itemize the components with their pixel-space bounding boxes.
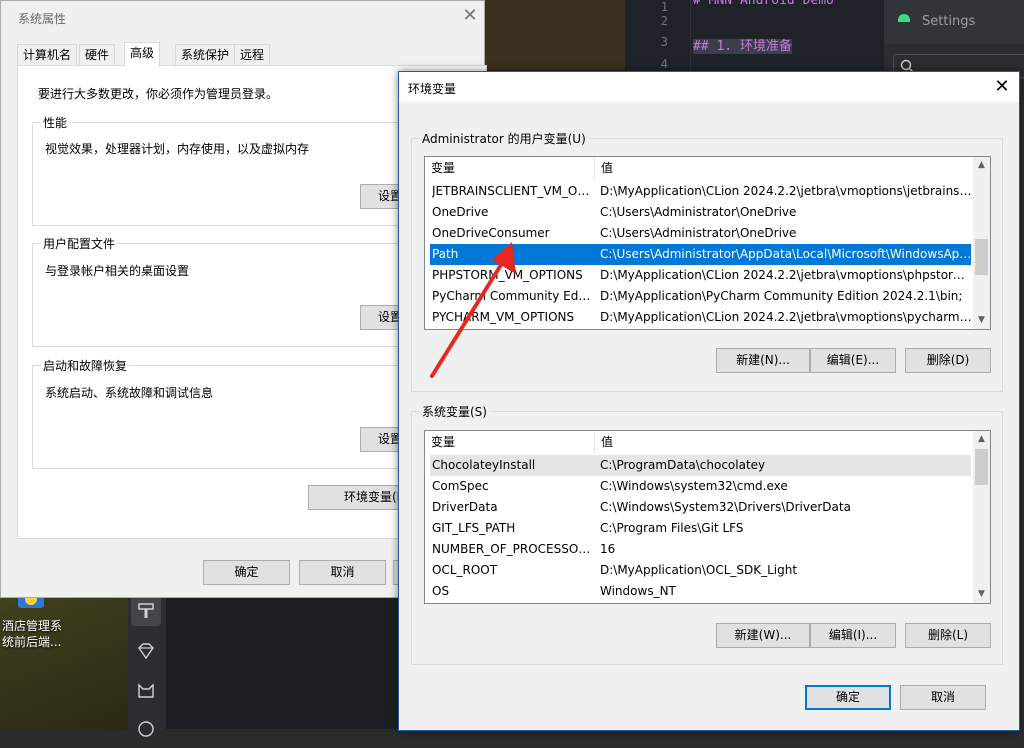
code-heading: ## 1. 环境准备 bbox=[693, 39, 792, 54]
settings-title: Settings bbox=[922, 14, 976, 29]
scroll-down-icon[interactable]: ▼ bbox=[973, 312, 990, 329]
list-item[interactable]: JETBRAINSCLIENT_VM_OPTIONS D:\MyApplicati… bbox=[430, 181, 972, 202]
system-edit-button[interactable]: 编辑(I)... bbox=[810, 623, 896, 648]
column-header-value[interactable]: 值 bbox=[595, 157, 971, 179]
variable-value: C:\Windows\System32\Drivers\DriverData bbox=[600, 500, 851, 514]
list-item[interactable]: DriverData C:\Windows\System32\Drivers\Dr… bbox=[430, 497, 971, 518]
tab-computer-name[interactable]: 计算机名 bbox=[17, 44, 78, 66]
variable-name: DriverData bbox=[432, 500, 498, 514]
variable-value: D:\MyApplication\CLion 2024.2.2\jetbra\v… bbox=[600, 268, 972, 282]
variable-name: OCL_ROOT bbox=[432, 563, 498, 577]
variable-value: C:\Program Files\Git LFS bbox=[600, 521, 744, 535]
variable-value: D:\MyApplication\CLion 2024.2.2\jetbra\v… bbox=[600, 184, 972, 198]
tab-hardware[interactable]: 硬件 bbox=[79, 44, 116, 66]
system-new-button[interactable]: 新建(W)... bbox=[716, 623, 810, 648]
list-item[interactable]: NUMBER_OF_PROCESSORS 16 bbox=[430, 539, 971, 560]
line-number: 3 bbox=[660, 35, 668, 49]
dialog-title: 系统属性 bbox=[18, 12, 67, 26]
group-title: 系统变量(S) bbox=[420, 403, 489, 420]
list-item[interactable]: ComSpec C:\Windows\system32\cmd.exe bbox=[430, 476, 971, 497]
close-icon[interactable]: ✕ bbox=[991, 76, 1013, 98]
column-header-value[interactable]: 值 bbox=[595, 431, 971, 453]
ok-button[interactable]: 确定 bbox=[805, 685, 891, 710]
desktop-wallpaper-strip bbox=[485, 0, 625, 70]
hammer-icon[interactable] bbox=[131, 596, 161, 626]
variable-value: C:\Users\Administrator\OneDrive bbox=[600, 226, 797, 240]
scroll-up-icon[interactable]: ▲ bbox=[973, 157, 990, 174]
list-item[interactable]: OCL_ROOT D:\MyApplication\OCL_SDK_Light bbox=[430, 560, 971, 581]
close-icon[interactable]: ✕ bbox=[460, 6, 480, 26]
desktop-shortcut-label: 酒店管理系统前后端... bbox=[2, 619, 63, 649]
dialog-title: 环境变量 bbox=[408, 82, 457, 96]
tab-remote[interactable]: 远程 bbox=[234, 44, 271, 66]
group-description: 与登录帐户相关的桌面设置 bbox=[45, 264, 190, 278]
variable-name: OS bbox=[432, 584, 450, 598]
scroll-up-icon[interactable]: ▲ bbox=[973, 431, 990, 448]
group-title: 性能 bbox=[41, 114, 70, 131]
scrollbar-thumb[interactable] bbox=[975, 239, 988, 275]
variable-value: C:\ProgramData\chocolatey bbox=[600, 458, 766, 472]
scroll-down-icon[interactable]: ▼ bbox=[973, 586, 990, 603]
variable-value: C:\Windows\system32\cmd.exe bbox=[600, 479, 788, 493]
tab-advanced[interactable]: 高级 bbox=[124, 42, 161, 67]
system-delete-button[interactable]: 删除(L) bbox=[905, 623, 991, 648]
group-title: Administrator 的用户变量(U) bbox=[420, 130, 588, 147]
cancel-button[interactable]: 取消 bbox=[299, 560, 386, 585]
variable-value: D:\MyApplication\CLion 2024.2.2\jetbra\v… bbox=[600, 310, 972, 324]
admin-note: 要进行大多数更改，你必须作为管理员登录。 bbox=[38, 87, 279, 101]
environment-variables-dialog: 环境变量 ✕ Administrator 的用户变量(U) 变量 值 JETBR… bbox=[398, 71, 1020, 731]
list-item[interactable]: OS Windows_NT bbox=[430, 581, 971, 602]
group-title: 启动和故障恢复 bbox=[41, 357, 130, 374]
cat-icon[interactable] bbox=[131, 676, 161, 706]
desktop-shortcut[interactable]: 酒店管理系统前后端... bbox=[0, 588, 70, 658]
clock-icon[interactable] bbox=[131, 714, 161, 744]
environment-variables-button[interactable]: 环境变量(N)... bbox=[308, 485, 408, 510]
annotation-arrow-icon bbox=[430, 242, 516, 378]
ide-settings-header: Settings bbox=[884, 0, 1024, 44]
title-bar: 环境变量 ✕ bbox=[399, 72, 1019, 102]
vertical-scrollbar[interactable]: ▲ ▼ bbox=[973, 157, 990, 329]
code-line[interactable]: # MNN Android Demo bbox=[693, 0, 834, 8]
list-item[interactable]: OneDrive C:\Users\Administrator\OneDrive bbox=[430, 202, 971, 223]
line-number: 4 bbox=[660, 57, 668, 71]
list-item[interactable]: GIT_LFS_PATH C:\Program Files\Git LFS bbox=[430, 518, 971, 539]
user-new-button[interactable]: 新建(N)... bbox=[716, 348, 810, 373]
user-edit-button[interactable]: 编辑(E)... bbox=[810, 348, 896, 373]
group-description: 系统启动、系统故障和调试信息 bbox=[45, 386, 214, 400]
variable-name: GIT_LFS_PATH bbox=[432, 521, 516, 535]
user-delete-button[interactable]: 删除(D) bbox=[905, 348, 991, 373]
gem-icon[interactable] bbox=[131, 636, 161, 666]
variable-value: D:\MyApplication\OCL_SDK_Light bbox=[600, 563, 798, 577]
ide-bottom-area bbox=[130, 586, 400, 729]
code-line[interactable]: ## 1. 环境准备 bbox=[693, 35, 792, 54]
list-item[interactable]: ChocolateyInstall C:\ProgramData\chocolat… bbox=[430, 455, 971, 476]
group-title: 用户配置文件 bbox=[41, 235, 118, 252]
android-icon bbox=[898, 14, 910, 22]
line-number: 2 bbox=[660, 14, 668, 28]
vertical-scrollbar[interactable]: ▲ ▼ bbox=[973, 431, 990, 603]
group-description: 视觉效果，处理器计划，内存使用，以及虚拟内存 bbox=[45, 142, 310, 156]
variable-value: D:\MyApplication\PyCharm Community Editi… bbox=[600, 289, 963, 303]
variable-name: JETBRAINSCLIENT_VM_OPTIONS bbox=[432, 184, 592, 198]
system-variables-list[interactable]: 变量 值 ChocolateyInstall C:\ProgramData\cho… bbox=[424, 430, 991, 604]
variable-name: NUMBER_OF_PROCESSORS bbox=[432, 542, 592, 556]
variable-value: 16 bbox=[600, 542, 616, 556]
list-header: 变量 值 bbox=[425, 431, 971, 453]
column-header-variable[interactable]: 变量 bbox=[425, 157, 595, 179]
scrollbar-thumb[interactable] bbox=[975, 449, 988, 485]
variable-name: OneDrive bbox=[432, 205, 489, 219]
ok-button[interactable]: 确定 bbox=[203, 560, 290, 585]
cancel-button[interactable]: 取消 bbox=[900, 685, 986, 710]
line-number: 1 bbox=[660, 0, 668, 14]
variable-value: C:\Users\Administrator\OneDrive bbox=[600, 205, 797, 219]
variable-name: ComSpec bbox=[432, 479, 489, 493]
column-header-variable[interactable]: 变量 bbox=[425, 431, 595, 453]
variable-value: C:\Users\Administrator\AppData\Local\Mic… bbox=[600, 247, 972, 261]
list-header: 变量 值 bbox=[425, 157, 971, 179]
variable-name: ChocolateyInstall bbox=[432, 458, 536, 472]
tab-system-protection[interactable]: 系统保护 bbox=[175, 44, 236, 66]
variable-value: Windows_NT bbox=[600, 584, 676, 598]
